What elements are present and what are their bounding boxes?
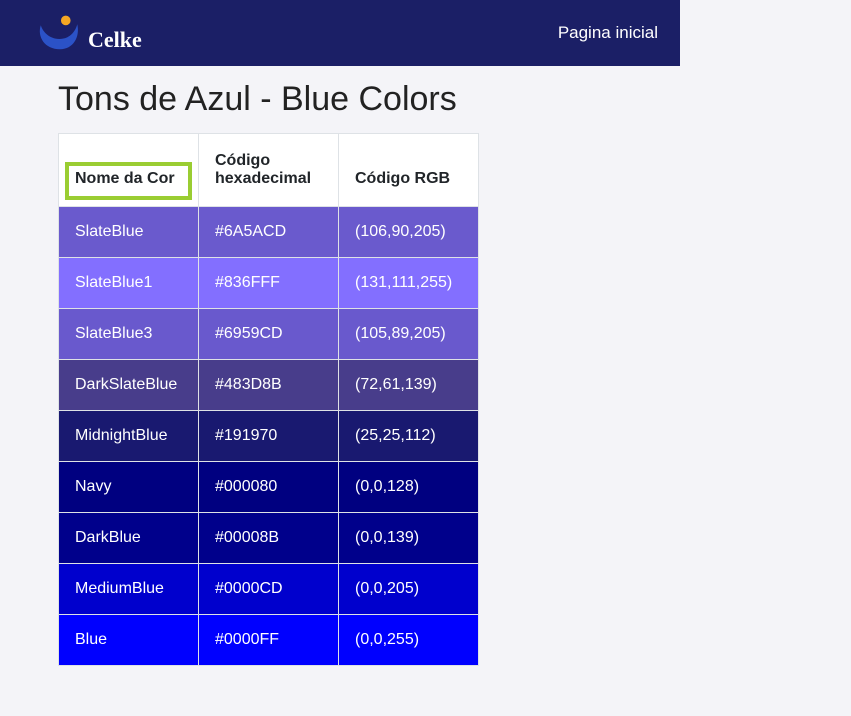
th-name: Nome da Cor — [59, 134, 199, 207]
cell-color-rgb: (0,0,205) — [339, 564, 479, 615]
table-row: Navy#000080(0,0,128) — [59, 462, 479, 513]
th-rgb: Código RGB — [339, 134, 479, 207]
cell-color-rgb: (25,25,112) — [339, 411, 479, 462]
page-title: Tons de Azul - Blue Colors — [58, 80, 680, 119]
cell-color-name: SlateBlue — [59, 207, 199, 258]
cell-color-hex: #483D8B — [199, 360, 339, 411]
table-row: MediumBlue#0000CD(0,0,205) — [59, 564, 479, 615]
cell-color-rgb: (106,90,205) — [339, 207, 479, 258]
table-row: SlateBlue1#836FFF(131,111,255) — [59, 258, 479, 309]
cell-color-hex: #6A5ACD — [199, 207, 339, 258]
table-row: Blue#0000FF(0,0,255) — [59, 615, 479, 666]
cell-color-hex: #0000FF — [199, 615, 339, 666]
table-row: MidnightBlue#191970(25,25,112) — [59, 411, 479, 462]
cell-color-name: DarkBlue — [59, 513, 199, 564]
navbar: Celke Pagina inicial — [0, 0, 680, 66]
main-content: Tons de Azul - Blue Colors Nome da Cor C… — [0, 66, 680, 666]
cell-color-rgb: (0,0,128) — [339, 462, 479, 513]
cell-color-hex: #000080 — [199, 462, 339, 513]
cell-color-name: DarkSlateBlue — [59, 360, 199, 411]
cell-color-rgb: (0,0,139) — [339, 513, 479, 564]
brand-name: Celke — [88, 27, 142, 53]
cell-color-name: SlateBlue1 — [59, 258, 199, 309]
cell-color-rgb: (105,89,205) — [339, 309, 479, 360]
th-hex: Código hexadecimal — [199, 134, 339, 207]
cell-color-name: Navy — [59, 462, 199, 513]
cell-color-rgb: (131,111,255) — [339, 258, 479, 309]
cell-color-name: SlateBlue3 — [59, 309, 199, 360]
color-table: Nome da Cor Código hexadecimal Código RG… — [58, 133, 479, 666]
cell-color-rgb: (72,61,139) — [339, 360, 479, 411]
cell-color-hex: #0000CD — [199, 564, 339, 615]
cell-color-hex: #00008B — [199, 513, 339, 564]
table-row: DarkSlateBlue#483D8B(72,61,139) — [59, 360, 479, 411]
cell-color-name: MidnightBlue — [59, 411, 199, 462]
table-row: SlateBlue3#6959CD(105,89,205) — [59, 309, 479, 360]
cell-color-name: MediumBlue — [59, 564, 199, 615]
cell-color-hex: #6959CD — [199, 309, 339, 360]
table-row: SlateBlue#6A5ACD(106,90,205) — [59, 207, 479, 258]
cell-color-hex: #836FFF — [199, 258, 339, 309]
table-row: DarkBlue#00008B(0,0,139) — [59, 513, 479, 564]
cell-color-rgb: (0,0,255) — [339, 615, 479, 666]
celke-logo-icon — [36, 7, 84, 60]
nav-home-link[interactable]: Pagina inicial — [558, 23, 658, 43]
cell-color-name: Blue — [59, 615, 199, 666]
brand-logo[interactable]: Celke — [36, 7, 142, 60]
cell-color-hex: #191970 — [199, 411, 339, 462]
